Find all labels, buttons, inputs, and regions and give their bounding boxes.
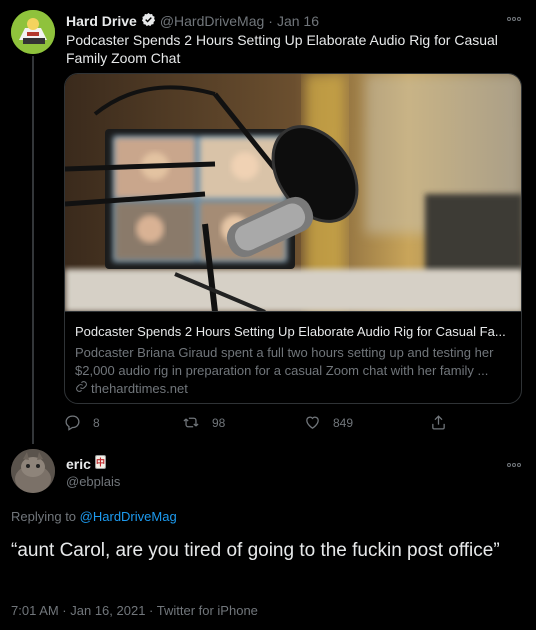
share-icon bbox=[430, 414, 447, 431]
tweet-actions: 8 98 849 bbox=[60, 414, 460, 434]
like-button[interactable]: 849 bbox=[304, 414, 353, 431]
replying-to-link[interactable]: @HardDriveMag bbox=[80, 509, 177, 524]
retweet-button[interactable]: 98 bbox=[182, 414, 225, 431]
heart-icon bbox=[304, 414, 321, 431]
separator: · bbox=[268, 13, 273, 29]
card-domain-text: thehardtimes.net bbox=[91, 380, 188, 396]
card-image bbox=[65, 74, 521, 312]
thread-connector-line bbox=[32, 56, 34, 444]
tweet-timestamp[interactable]: 7:01 AM · Jan 16, 2021 · Twitter for iPh… bbox=[11, 603, 258, 618]
handle[interactable]: @HardDriveMag bbox=[160, 13, 264, 29]
avatar-hard-drive[interactable] bbox=[11, 10, 55, 54]
reply-icon bbox=[64, 414, 81, 431]
mahjong-tile-icon: 中 bbox=[94, 455, 106, 472]
tweet-text: “aunt Carol, are you tired of going to t… bbox=[11, 540, 500, 561]
card-description-line-2: $2,000 audio rig in preparation for a ca… bbox=[75, 363, 489, 378]
verified-badge-icon bbox=[141, 12, 156, 30]
card-title[interactable]: Podcaster Spends 2 Hours Setting Up Elab… bbox=[75, 324, 515, 339]
replying-prefix: Replying to bbox=[11, 509, 77, 524]
avatar-eric[interactable] bbox=[11, 449, 55, 493]
display-name[interactable]: Hard Drive bbox=[66, 13, 137, 29]
reply-author[interactable]: eric 中 bbox=[66, 455, 106, 472]
card-description-line-1: Podcaster Briana Giraud spent a full two… bbox=[75, 345, 494, 360]
link-icon bbox=[75, 380, 88, 396]
handle[interactable]: @ebplais bbox=[66, 474, 120, 489]
link-card[interactable]: Podcaster Spends 2 Hours Setting Up Elab… bbox=[64, 73, 522, 404]
replying-to: Replying to @HardDriveMag bbox=[11, 509, 177, 524]
card-domain[interactable]: thehardtimes.net bbox=[75, 380, 188, 396]
retweet-count: 98 bbox=[212, 415, 226, 430]
reply-count: 8 bbox=[93, 415, 100, 430]
more-icon[interactable] bbox=[506, 458, 522, 472]
svg-text:中: 中 bbox=[96, 457, 105, 469]
card-description: Podcaster Briana Giraud spent a full two… bbox=[75, 344, 515, 380]
display-name: eric bbox=[66, 455, 91, 472]
more-icon[interactable] bbox=[506, 12, 522, 26]
tweet-text: Podcaster Spends 2 Hours Setting Up Elab… bbox=[66, 32, 498, 66]
tweet-header: Hard Drive @HardDriveMag · Jan 16 bbox=[66, 11, 319, 31]
reply-button[interactable]: 8 bbox=[64, 414, 100, 431]
like-count: 849 bbox=[333, 415, 354, 430]
retweet-icon bbox=[182, 414, 200, 431]
share-button[interactable] bbox=[430, 414, 447, 431]
tweet-date[interactable]: Jan 16 bbox=[277, 13, 319, 29]
